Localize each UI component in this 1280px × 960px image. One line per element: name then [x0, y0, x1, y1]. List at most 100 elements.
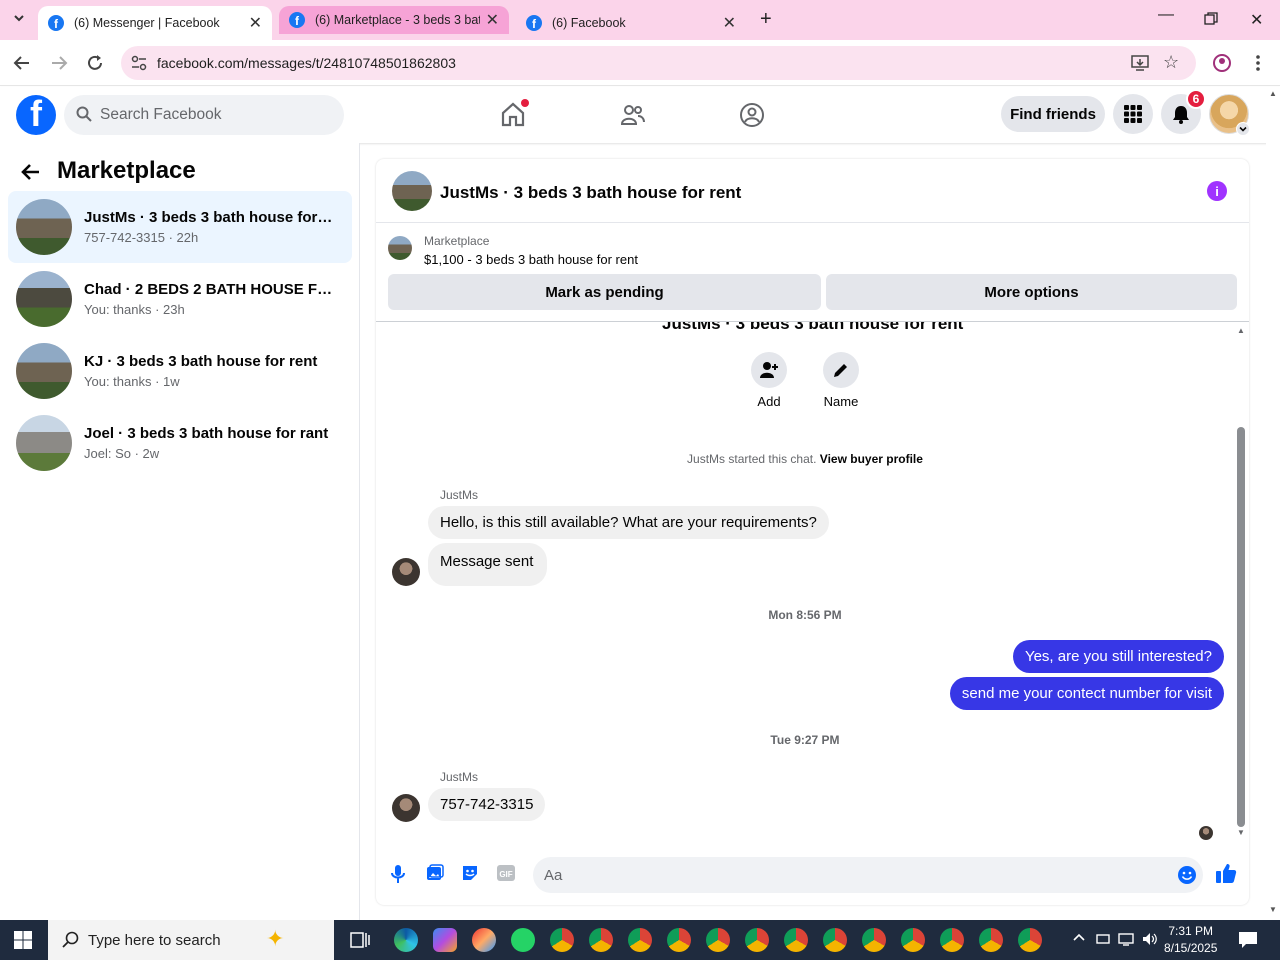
chrome-icon[interactable]: [1018, 928, 1042, 952]
scrollbar-thumb[interactable]: [1237, 427, 1245, 827]
friends-icon[interactable]: [620, 102, 646, 128]
scroll-down-icon[interactable]: ▼: [1269, 905, 1277, 914]
conversation-item[interactable]: KJ · 3 beds 3 bath house for rent You: t…: [8, 335, 352, 407]
notification-center-icon[interactable]: [1238, 930, 1258, 950]
taskbar-search-input[interactable]: Type here to search ✦: [48, 920, 334, 960]
info-icon[interactable]: i: [1207, 181, 1227, 201]
close-tab-icon[interactable]: ✕: [486, 10, 499, 30]
chevron-down-icon[interactable]: [1236, 122, 1250, 136]
back-arrow-icon[interactable]: [20, 161, 42, 183]
tab-list-icon[interactable]: [12, 11, 26, 25]
task-view-icon[interactable]: [350, 931, 370, 949]
chrome-icon[interactable]: [589, 928, 613, 952]
conversation-item[interactable]: JustMs · 3 beds 3 bath house for r... 75…: [8, 191, 352, 263]
copilot-app-icon[interactable]: [433, 928, 457, 952]
view-buyer-profile-link[interactable]: View buyer profile: [820, 452, 923, 466]
close-tab-icon[interactable]: ✕: [249, 13, 262, 33]
chrome-icon[interactable]: [784, 928, 808, 952]
facebook-logo-icon[interactable]: f: [16, 95, 56, 135]
scroll-up-icon[interactable]: ▲: [1269, 89, 1277, 98]
chrome-icon[interactable]: [979, 928, 1003, 952]
tab-facebook[interactable]: f (6) Facebook ✕: [516, 6, 746, 40]
scroll-down-icon[interactable]: ▼: [1237, 828, 1245, 837]
find-friends-button[interactable]: Find friends: [1001, 96, 1105, 132]
conversation-preview: You: thanks · 23h: [84, 302, 185, 317]
chrome-icon[interactable]: [667, 928, 691, 952]
emoji-icon[interactable]: [1177, 865, 1197, 885]
tab-messenger[interactable]: f (6) Messenger | Facebook ✕: [38, 6, 272, 40]
site-info-icon[interactable]: [131, 55, 147, 71]
groups-icon[interactable]: [739, 102, 765, 128]
gif-icon[interactable]: GIF: [497, 864, 515, 882]
whatsapp-icon[interactable]: [511, 928, 535, 952]
chrome-icon[interactable]: [550, 928, 574, 952]
page-scrollbar[interactable]: ▲ ▼: [1266, 87, 1280, 920]
minimize-icon[interactable]: —: [1158, 6, 1174, 24]
outgoing-message[interactable]: Yes, are you still interested?: [1012, 640, 1224, 673]
menu-button[interactable]: [1113, 94, 1153, 134]
name-action[interactable]: Name: [801, 352, 881, 409]
incoming-message[interactable]: Hello, is this still available? What are…: [428, 506, 829, 539]
sender-avatar[interactable]: [392, 794, 420, 822]
scroll-up-icon[interactable]: ▲: [1237, 326, 1245, 335]
chrome-icon[interactable]: [745, 928, 769, 952]
conversation-item[interactable]: Joel · 3 beds 3 bath house for rant Joel…: [8, 407, 352, 479]
new-tab-icon[interactable]: +: [760, 8, 772, 31]
close-tab-icon[interactable]: ✕: [723, 13, 736, 33]
address-bar[interactable]: facebook.com/messages/t/2481074850186280…: [121, 46, 1196, 80]
more-options-button[interactable]: More options: [826, 274, 1237, 310]
svg-text:GIF: GIF: [499, 870, 512, 879]
network-icon[interactable]: [1118, 932, 1134, 946]
chrome-icon[interactable]: [628, 928, 652, 952]
listing-title[interactable]: $1,100 - 3 beds 3 bath house for rent: [424, 252, 638, 267]
mark-as-pending-button[interactable]: Mark as pending: [388, 274, 821, 310]
show-hidden-icons-icon[interactable]: [1072, 931, 1086, 945]
windows-start-icon[interactable]: [14, 931, 32, 949]
conversation-preview: Joel: So · 2w: [84, 446, 160, 461]
listing-thumbnail[interactable]: [392, 171, 432, 211]
home-icon[interactable]: [500, 99, 529, 127]
pinned-app-icon[interactable]: [472, 928, 496, 952]
back-icon[interactable]: [13, 54, 31, 72]
outgoing-message[interactable]: send me your contect number for visit: [949, 677, 1224, 710]
thumbs-up-icon[interactable]: [1215, 862, 1237, 884]
message-list[interactable]: JustMs · 3 beds 3 bath house for rent Ad…: [376, 322, 1249, 845]
chat-title[interactable]: JustMs · 3 beds 3 bath house for rent: [440, 183, 741, 203]
facebook-search-input[interactable]: Search Facebook: [64, 95, 344, 135]
chrome-icon[interactable]: [706, 928, 730, 952]
marketplace-label: Marketplace: [424, 234, 490, 248]
message-input[interactable]: Aa: [533, 857, 1203, 893]
edge-browser-icon[interactable]: [394, 928, 418, 952]
chrome-icon[interactable]: [940, 928, 964, 952]
conversation-item[interactable]: Chad · 2 BEDS 2 BATH HOUSE FOR... You: t…: [8, 263, 352, 335]
incoming-message[interactable]: Message sent: [428, 543, 548, 586]
listing-thumbnail: [16, 415, 72, 471]
thread-title: JustMs · 3 beds 3 bath house for rent: [662, 322, 964, 333]
sender-avatar[interactable]: [392, 558, 420, 586]
bookmark-star-icon[interactable]: ☆: [1163, 52, 1179, 73]
conversation-name: KJ · 3 beds 3 bath house for rent: [84, 353, 318, 370]
chrome-icon[interactable]: [901, 928, 925, 952]
chrome-icon[interactable]: [862, 928, 886, 952]
photo-icon[interactable]: [426, 864, 444, 882]
browser-menu-icon[interactable]: [1256, 54, 1260, 72]
close-window-icon[interactable]: ✕: [1250, 10, 1263, 30]
install-app-icon[interactable]: [1131, 54, 1149, 72]
meet-now-icon[interactable]: [1096, 932, 1110, 946]
incoming-message[interactable]: 757-742-3315: [428, 788, 546, 821]
tab-marketplace[interactable]: f (6) Marketplace - 3 beds 3 bath ✕: [279, 6, 509, 34]
restore-icon[interactable]: [1204, 12, 1218, 26]
read-receipt-avatar: [1199, 826, 1213, 840]
microphone-icon[interactable]: [390, 864, 406, 884]
search-icon: [76, 106, 92, 122]
copilot-sparkle-icon[interactable]: ✦: [266, 926, 284, 952]
chrome-icon[interactable]: [823, 928, 847, 952]
system-clock[interactable]: 7:31 PM 8/15/2025: [1164, 923, 1217, 957]
profile-icon[interactable]: [1212, 53, 1232, 73]
sticker-icon[interactable]: [461, 864, 479, 882]
message-scrollbar[interactable]: ▲ ▼: [1235, 322, 1247, 845]
add-action[interactable]: Add: [729, 352, 809, 409]
forward-icon[interactable]: [50, 54, 68, 72]
reload-icon[interactable]: [86, 54, 104, 72]
volume-icon[interactable]: [1142, 932, 1158, 946]
